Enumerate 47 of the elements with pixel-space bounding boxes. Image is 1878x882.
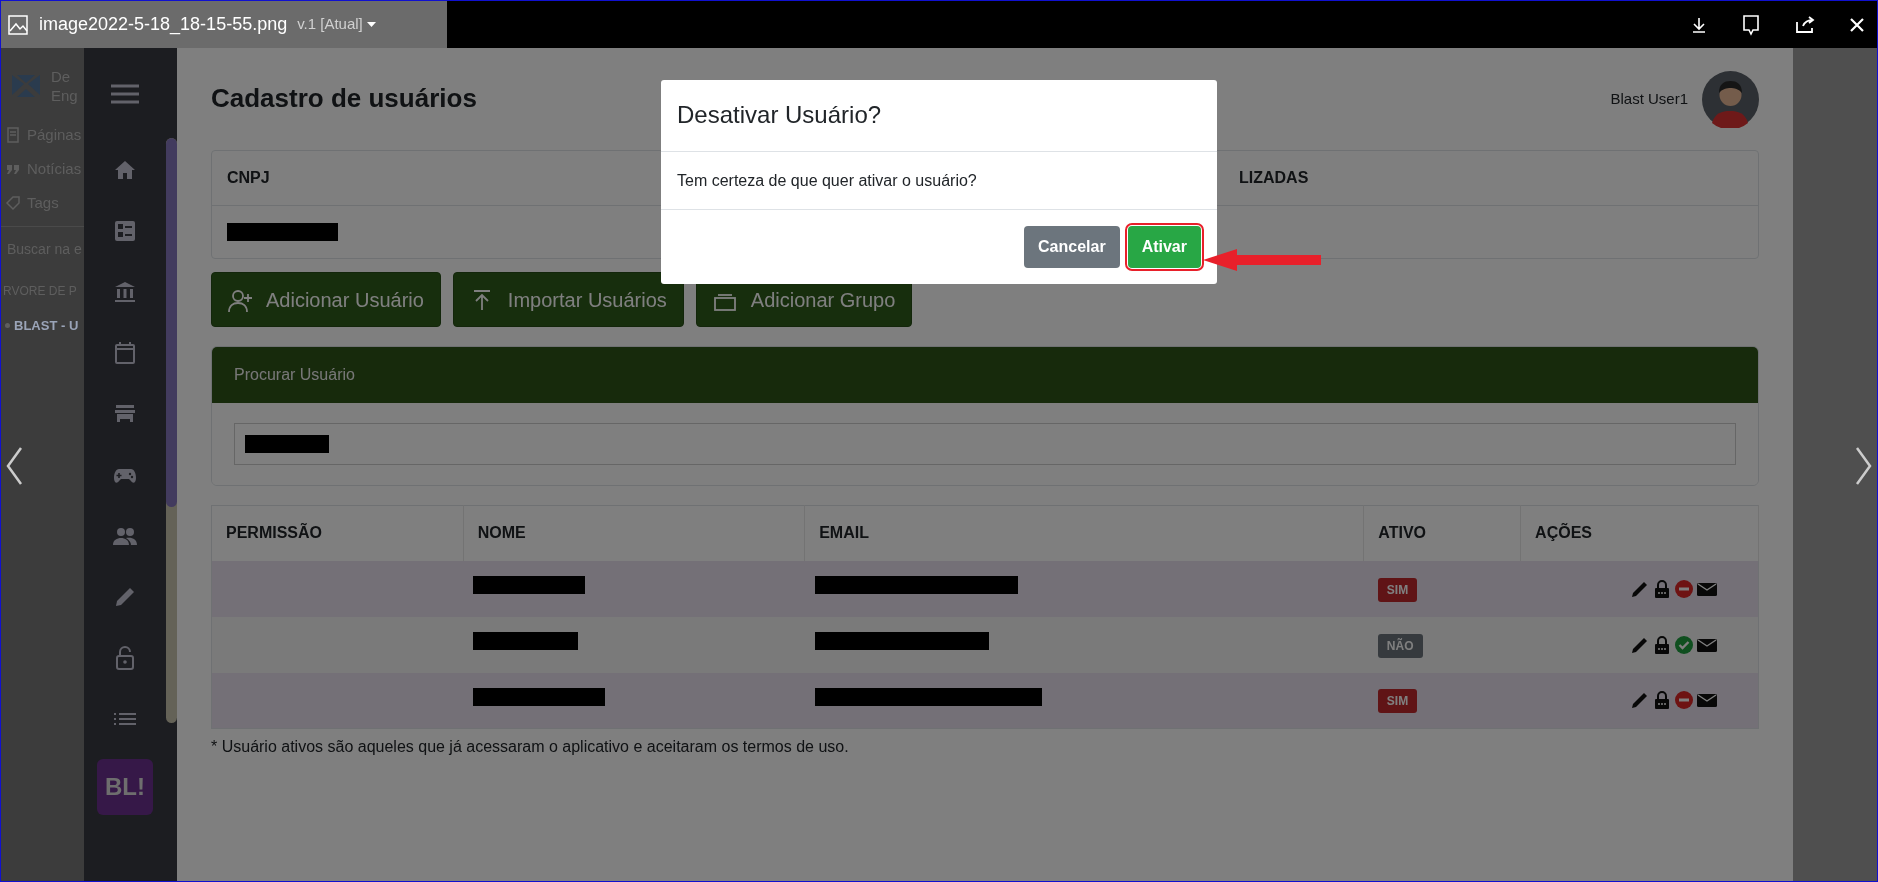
page-icon [5,127,21,143]
version-dropdown[interactable]: v.1 [Atual] [297,13,376,36]
cancel-button[interactable]: Cancelar [1024,226,1120,268]
bank-icon[interactable] [113,279,137,304]
bullet-icon [5,323,10,329]
caret-icon [366,21,376,28]
column-header: EMAIL [804,505,1364,561]
next-icon[interactable] [1855,446,1873,486]
check-icon[interactable] [1674,634,1695,655]
column-header: ATIVO [1363,505,1521,561]
close-icon[interactable] [1849,16,1865,33]
share-icon[interactable] [1795,15,1815,34]
column-header: AÇÕES [1520,505,1759,561]
status-badge: NÃO [1377,633,1423,658]
footnote: * Usuário ativos são aqueles que já acessaram o aplicativo e aceitaram os termos de uso. [211,737,850,757]
card-title: Procurar Usuário [212,347,1758,403]
column-header: PERMISSÃO [211,505,464,561]
page-title: Cadastro de usuários [211,83,477,115]
user-name: Blast User1 [1610,88,1688,109]
action-button[interactable]: Importar Usuários [452,272,684,327]
people-icon[interactable] [113,525,137,546]
block-icon[interactable] [1674,578,1695,599]
action-button[interactable]: Adicionar Usuário [211,272,441,327]
unlock-icon[interactable] [113,645,137,670]
scrollbar[interactable] [166,138,177,723]
modal-message: Tem certeza de que quer ativar o usuário? [661,152,1217,210]
app-logo[interactable]: BL! [97,759,153,815]
avatar[interactable] [1702,70,1759,128]
comment-icon[interactable] [1741,13,1761,36]
checklist-icon[interactable] [113,218,137,243]
column-header: CNPJ [227,168,270,188]
status-badge: SIM [1377,689,1418,714]
add-user-icon [228,287,252,312]
column-header: LIZADAS [1239,168,1309,188]
status-badge: SIM [1377,577,1418,602]
file-name: image2022-5-18_18-15-55.png [39,13,288,37]
column-header: NOME [463,505,805,561]
search-field[interactable] [234,423,1736,465]
image-icon [7,13,29,36]
block-icon[interactable] [1674,690,1695,711]
calendar-icon[interactable] [113,340,137,365]
confirm-button[interactable]: Ativar [1127,226,1201,268]
previous-icon[interactable] [5,446,23,486]
tag-icon [5,195,21,211]
tree-item[interactable]: BLAST - U [14,316,79,336]
download-icon[interactable] [1691,15,1707,34]
modal-title: Desativar Usuário? [677,101,882,130]
